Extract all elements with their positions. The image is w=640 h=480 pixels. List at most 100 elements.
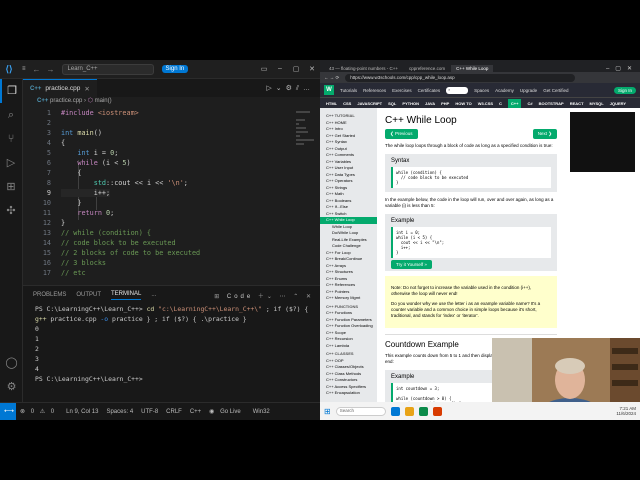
windows-start-icon[interactable]: ⊞ — [324, 407, 331, 416]
sidebar-item[interactable]: C++ Memory Mgmt — [320, 295, 377, 302]
tab-practice-cpp[interactable]: C++ practice.cpp ✕ — [23, 79, 97, 97]
encoding-status[interactable]: UTF-8 — [137, 409, 162, 415]
terminal-profile-label[interactable]: Code — [227, 294, 253, 300]
nav-item-how-to[interactable]: HOW TO — [455, 101, 471, 106]
nav-item-c++[interactable]: C++ — [507, 98, 522, 108]
command-search-input[interactable]: Learn_C++ — [61, 63, 154, 75]
nav-item-jquery[interactable]: JQUERY — [610, 101, 626, 106]
nav-item-react[interactable]: REACT — [570, 101, 584, 106]
code-line: // 3 blocks — [61, 259, 107, 267]
code-line: std::cout << i << '\n'; — [93, 179, 188, 187]
tab-terminal[interactable]: TERMINAL — [111, 291, 142, 300]
source-control-icon[interactable]: ⑂ — [0, 127, 22, 151]
indentation-status[interactable]: Spaces: 4 — [102, 409, 137, 415]
terminal-output[interactable]: PS C:\LearningC++\Learn_C++> cd "c:\Lear… — [23, 304, 320, 384]
menu-spaces[interactable]: Spaces — [474, 88, 489, 93]
browser-tab[interactable]: cppreference.com — [404, 65, 450, 72]
explorer-icon[interactable]: ❐ — [0, 79, 22, 103]
file-explorer-icon[interactable] — [404, 406, 414, 416]
forward-arrow-icon[interactable]: → — [44, 65, 58, 74]
tab-problems[interactable]: PROBLEMS — [33, 292, 66, 298]
advertisement[interactable] — [570, 112, 635, 172]
desktop-screen: ⟨⟩ ≡ ← → Learn_C++ Sign In ▭ – ▢ ✕ ❐ ⌕ ⑂… — [0, 60, 640, 420]
w3-top-bar: W Tutorials References Exercises Certifi… — [320, 83, 640, 97]
panel-actions[interactable]: ⊞ Code ＋⌄ ⋯ ⌃ ✕ — [214, 291, 320, 300]
sign-in-button[interactable]: Sign In — [161, 65, 189, 73]
menu-icon[interactable]: ≡ — [18, 66, 30, 72]
nav-item-mysql[interactable]: MYSQL — [590, 101, 604, 106]
vscode-status-bar: ⟷ ⊗ 0 ⚠ 0 Ln 9, Col 13 Spaces: 4 UTF-8 C… — [0, 402, 320, 420]
nav-item-php[interactable]: PHP — [441, 101, 449, 106]
account-icon[interactable]: ◯ — [0, 351, 23, 375]
browser-tab[interactable]: 43 — floating-point numbers - C++ — [324, 65, 403, 72]
panel-more-icon[interactable]: ... — [151, 292, 156, 298]
settings-gear-icon[interactable]: ⚙ — [0, 375, 23, 399]
menu-tutorials[interactable]: Tutorials — [340, 88, 357, 93]
url-input[interactable]: https://www.w3schools.com/cpp/cpp_while_… — [345, 73, 576, 82]
problems-status[interactable]: ⊗ 0 ⚠ 0 — [16, 408, 62, 415]
browser-tab-active[interactable]: C++ While Loop — [451, 65, 494, 72]
menu-certificates[interactable]: Certificates — [418, 88, 441, 93]
close-window-icon[interactable]: ✕ — [304, 65, 320, 73]
menu-exercises[interactable]: Exercises — [392, 88, 412, 93]
vscode-taskbar-icon[interactable] — [390, 406, 400, 416]
layout-icon[interactable]: ▭ — [256, 65, 272, 73]
taskbar-search-input[interactable]: Search — [335, 406, 386, 416]
w3-language-nav: HTML CSS JAVASCRIPT SQL PYTHON JAVA PHP HOW TO W… — [320, 97, 640, 108]
nav-arrows-icon[interactable]: ← → ⟳ — [324, 75, 339, 81]
nav-item-c#[interactable]: C# — [527, 101, 532, 106]
close-tab-icon[interactable]: ✕ — [84, 85, 89, 93]
nav-item-html[interactable]: HTML — [326, 101, 337, 106]
vscode-window: ⟨⟩ ≡ ← → Learn_C++ Sign In ▭ – ▢ ✕ ❐ ⌕ ⑂… — [0, 60, 320, 420]
next-button[interactable]: Next ❯ — [532, 129, 557, 139]
run-debug-icon[interactable]: ▷ — [0, 151, 22, 175]
sidebar-item[interactable]: C++ Encapsulation — [320, 390, 377, 397]
eol-status[interactable]: CRLF — [162, 409, 186, 415]
w3schools-logo-icon[interactable]: W — [324, 85, 334, 95]
minimize-icon[interactable]: – — [272, 65, 288, 73]
sidebar-item[interactable]: C++ Lambda — [320, 343, 377, 350]
terminal-output-line: 2 — [35, 345, 39, 353]
minimap[interactable] — [294, 109, 320, 229]
nav-item-css[interactable]: CSS — [343, 101, 351, 106]
nav-item-java[interactable]: JAVA — [425, 101, 435, 106]
tab-output[interactable]: OUTPUT — [76, 292, 101, 298]
previous-button[interactable]: ❮ Previous — [385, 129, 418, 139]
menu-upgrade[interactable]: Upgrade — [520, 88, 537, 93]
browser-taskbar-icon[interactable] — [418, 406, 428, 416]
remote-icon[interactable]: ⟷ — [0, 402, 16, 420]
extensions-icon[interactable]: ⊞ — [0, 175, 22, 199]
menu-references[interactable]: References — [363, 88, 386, 93]
nav-item-w3-css[interactable]: W3.CSS — [478, 101, 493, 106]
w3-sign-in-button[interactable]: Sign In — [613, 86, 636, 94]
browser-window-controls[interactable]: –▢✕ — [606, 65, 640, 72]
cpp-file-icon: C++ — [30, 85, 42, 92]
breadcrumb-symbol[interactable]: main() — [95, 98, 112, 104]
menu-get-certified[interactable]: Get Certified — [543, 88, 568, 93]
example-box: Example int i = 0; while (i < 5) { cout … — [385, 214, 557, 271]
sidebar-item[interactable]: C++ Function Overloading — [320, 323, 377, 330]
run-toolbar-icons[interactable]: ▷⌄⚙⫽… — [266, 84, 320, 93]
clock[interactable]: 7:21 AM 11/6/2024 — [616, 406, 640, 416]
site-search-input[interactable]: ⌕ — [446, 86, 469, 94]
try-it-yourself-button[interactable]: Try it Yourself » — [391, 260, 432, 269]
app-taskbar-icon[interactable] — [432, 406, 442, 416]
go-live-button[interactable]: ◉ Go Live — [205, 408, 249, 415]
vscode-title-bar: ⟨⟩ ≡ ← → Learn_C++ Sign In ▭ – ▢ ✕ — [0, 60, 320, 79]
nav-item-c[interactable]: C — [499, 101, 502, 106]
language-mode[interactable]: C++ — [186, 409, 205, 415]
python-icon[interactable]: ✣ — [0, 199, 22, 223]
nav-item-javascript[interactable]: JAVASCRIPT — [357, 101, 382, 106]
search-icon[interactable]: ⌕ — [0, 103, 22, 127]
nav-item-python[interactable]: PYTHON — [402, 101, 419, 106]
nav-item-sql[interactable]: SQL — [388, 101, 396, 106]
menu-academy[interactable]: Academy — [495, 88, 514, 93]
platform-status[interactable]: Win32 — [249, 409, 274, 415]
maximize-icon[interactable]: ▢ — [288, 65, 304, 73]
nav-item-bootstrap[interactable]: BOOTSTRAP — [539, 101, 564, 106]
breadcrumb-file[interactable]: practice.cpp — [50, 98, 82, 104]
line-number: 14 — [42, 239, 51, 247]
cursor-position[interactable]: Ln 9, Col 13 — [62, 409, 102, 415]
code-editor[interactable]: 1 #include <iostream> 2 3 int main() 4 {5 int … — [23, 109, 320, 285]
back-arrow-icon[interactable]: ← — [30, 65, 44, 74]
